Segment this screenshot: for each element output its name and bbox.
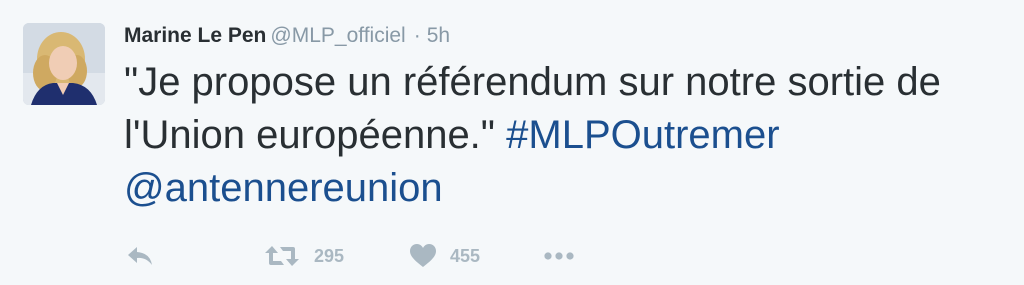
- avatar[interactable]: [23, 23, 105, 105]
- hashtag-link[interactable]: #MLPOutremer: [506, 113, 779, 157]
- like-button[interactable]: 455: [410, 240, 480, 272]
- heart-icon: [410, 244, 436, 267]
- retweet-button[interactable]: 295: [264, 240, 344, 272]
- tweet-text: "Je propose un référendum sur notre sort…: [124, 56, 1014, 215]
- avatar-image: [23, 23, 105, 105]
- more-dots-icon: [544, 252, 574, 260]
- retweet-count: 295: [314, 245, 345, 266]
- like-count: 455: [450, 245, 481, 266]
- author-handle[interactable]: @MLP_officiel: [270, 24, 405, 47]
- reply-button[interactable]: [126, 240, 154, 272]
- mention-link[interactable]: @antennereunion: [124, 166, 443, 210]
- retweet-icon: [265, 246, 299, 266]
- author-name[interactable]: Marine Le Pen: [124, 24, 266, 47]
- more-button[interactable]: [544, 240, 574, 272]
- reply-icon: [128, 247, 152, 265]
- tweet: Marine Le Pen @MLP_officiel · 5h "Je propos…: [0, 0, 1024, 285]
- tweet-header: Marine Le Pen @MLP_officiel · 5h: [124, 22, 450, 50]
- tweet-timestamp[interactable]: 5h: [427, 24, 450, 47]
- header-separator: ·: [413, 24, 421, 47]
